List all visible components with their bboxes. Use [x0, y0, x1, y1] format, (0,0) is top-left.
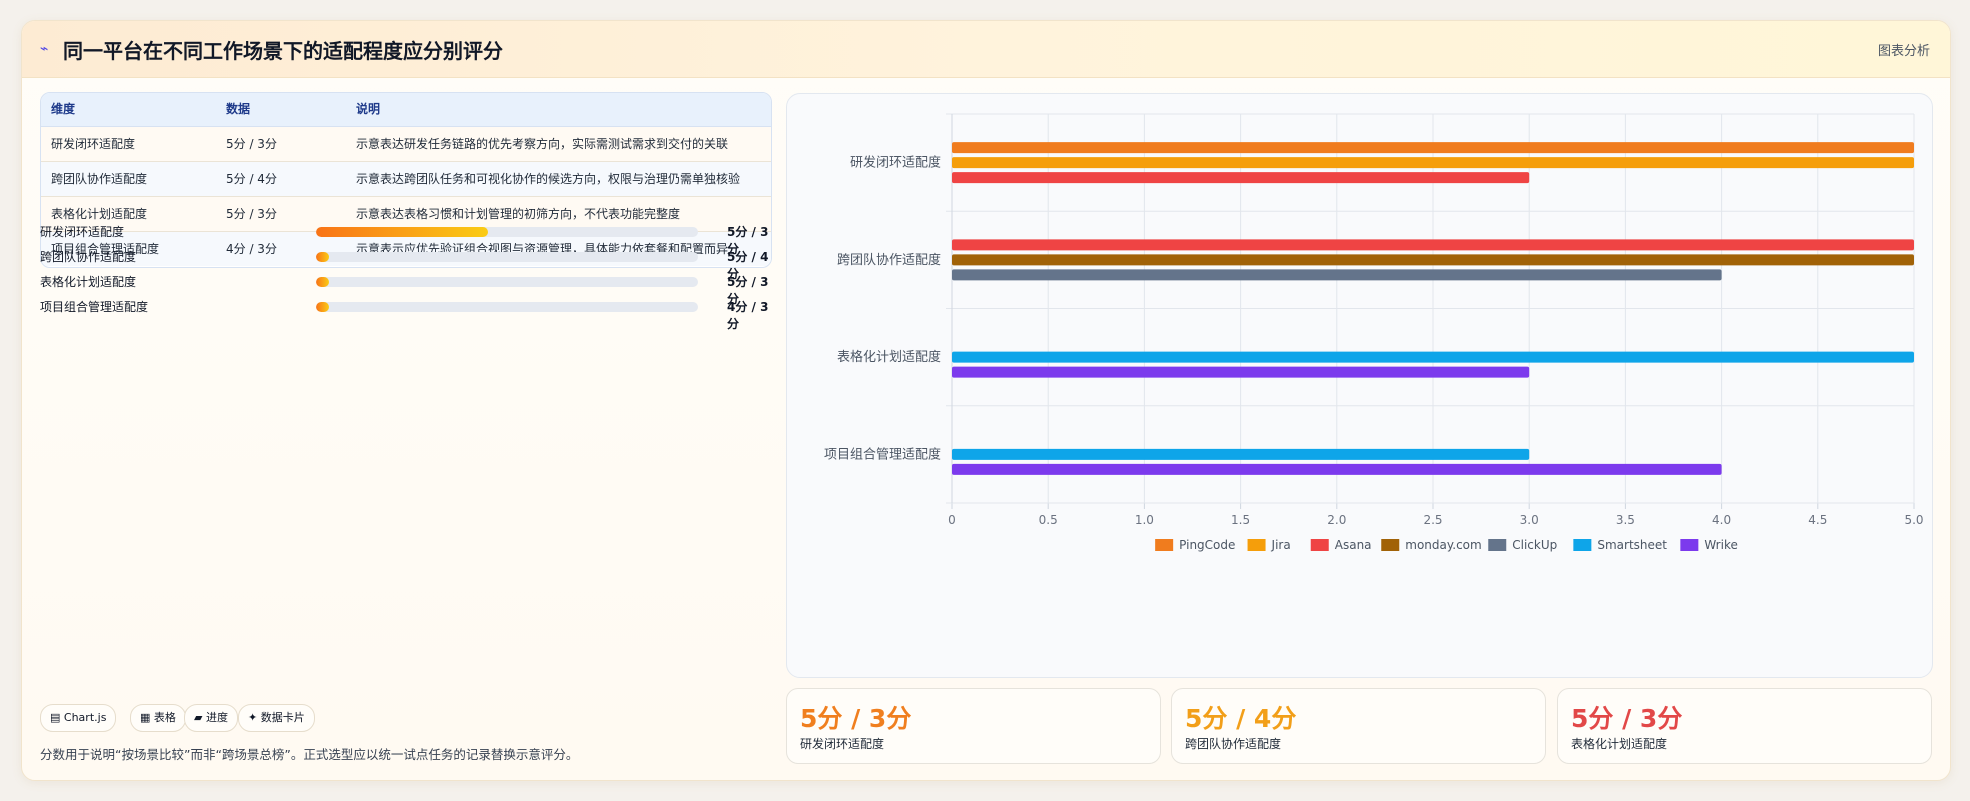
legend-label: Smartsheet — [1597, 538, 1667, 552]
kpi-label: 表格化计划适配度 — [1571, 737, 1668, 751]
chip-data-card[interactable]: ✦ 数据卡片 — [238, 704, 315, 732]
progress-row: 项目组合管理适配度 4分 / 3分 — [40, 296, 770, 331]
row-note: 示意表达研发任务链路的优先考察方向，实际需测试需求到交付的关联 — [356, 137, 729, 151]
x-tick-label: 5.0 — [1904, 513, 1923, 527]
bar — [952, 172, 1530, 184]
x-tick-label: 4.0 — [1712, 513, 1731, 527]
progress-track — [316, 277, 698, 287]
kpi-value: 5分 / 3分 — [1571, 704, 1683, 733]
x-tick-label: 4.5 — [1808, 513, 1827, 527]
bar — [952, 157, 1914, 169]
progress-label: 表格化计划适配度 — [40, 275, 137, 289]
progress-value: 4分 / 3分 — [727, 300, 769, 331]
table-header: 维度 数据 说明 — [41, 93, 771, 127]
legend-swatch — [1247, 539, 1266, 551]
progress-fill — [316, 302, 330, 312]
chart-icon: ▤ — [50, 711, 61, 724]
progress-row: 跨团队协作适配度 5分 / 4分 — [40, 246, 770, 281]
legend-label: Wrike — [1704, 538, 1738, 552]
bar — [952, 239, 1914, 251]
progress-fill — [316, 252, 330, 262]
legend-swatch — [1573, 539, 1592, 551]
row-data: 5分 / 3分 — [226, 137, 277, 151]
x-tick-label: 0.5 — [1039, 513, 1058, 527]
progress-row: 表格化计划适配度 5分 / 3分 — [40, 271, 770, 306]
legend-label: ClickUp — [1512, 538, 1557, 552]
chip-label: 表格 — [153, 711, 176, 724]
chart-analysis-link[interactable]: 图表分析 — [1878, 40, 1930, 59]
kpi-card: 5分 / 3分 研发闭环适配度 — [786, 688, 1161, 764]
legend-swatch — [1155, 539, 1174, 551]
table-row: 研发闭环适配度 5分 / 3分 示意表达研发任务链路的优先考察方向，实际需测试需… — [41, 127, 771, 162]
chip-table[interactable]: ▦ 表格 — [130, 704, 186, 732]
y-category-label: 研发闭环适配度 — [850, 155, 941, 171]
x-tick-label: 2.0 — [1327, 513, 1346, 527]
bar — [952, 351, 1914, 363]
chip-label: 进度 — [205, 711, 228, 724]
column-header: 数据 — [226, 102, 251, 116]
column-header: 维度 — [51, 102, 76, 116]
kpi-card: 5分 / 3分 表格化计划适配度 — [1557, 688, 1932, 764]
legend-label: Jira — [1271, 538, 1291, 552]
kpi-card: 5分 / 4分 跨团队协作适配度 — [1171, 688, 1546, 764]
progress-icon: ▰ — [194, 711, 203, 724]
legend-swatch — [1381, 539, 1400, 551]
progress-fill — [316, 277, 330, 287]
table-icon: ▦ — [140, 711, 151, 724]
y-category-label: 项目组合管理适配度 — [824, 446, 941, 462]
bar — [952, 269, 1722, 281]
chart-panel: 0 0.5 1.0 1.5 2.0 2.5 3.0 3.5 4.0 4.5 5.0 研发闭环适配度跨团… — [786, 93, 1933, 678]
legend-swatch — [1488, 539, 1507, 551]
x-tick-label: 1.0 — [1135, 513, 1154, 527]
kpi-value: 5分 / 4分 — [1185, 704, 1297, 733]
kpi-label: 跨团队协作适配度 — [1185, 737, 1282, 751]
x-tick-label: 0 — [948, 513, 956, 527]
bar — [952, 463, 1722, 475]
progress-track — [316, 252, 698, 262]
x-tick-label: 3.5 — [1616, 513, 1635, 527]
row-dimension: 跨团队协作适配度 — [51, 172, 148, 186]
sparkle-icon: ✦ — [248, 711, 258, 724]
data-table: 维度 数据 说明 研发闭环适配度 5分 / 3分 示意表达研发任务链路的优先考察… — [40, 92, 772, 268]
progress-row: 研发闭环适配度 5分 / 3分 — [40, 221, 770, 256]
row-data: 5分 / 4分 — [226, 172, 277, 186]
progress-label: 研发闭环适配度 — [40, 225, 125, 239]
legend-label: Asana — [1335, 538, 1372, 552]
bar — [952, 448, 1530, 460]
y-category-label: 表格化计划适配度 — [837, 349, 941, 365]
kpi-value: 5分 / 3分 — [800, 704, 912, 733]
card-header: ⌁ 同一平台在不同工作场景下的适配程度应分别评分 图表分析 — [22, 21, 1950, 78]
progress-label: 跨团队协作适配度 — [40, 250, 137, 264]
progress-label: 项目组合管理适配度 — [40, 300, 149, 314]
bar — [952, 366, 1530, 378]
chip-progress[interactable]: ▰ 进度 — [184, 704, 238, 732]
row-dimension: 研发闭环适配度 — [51, 137, 136, 151]
line-chart-icon: ⌁ — [40, 41, 49, 57]
row-note: 示意表达跨团队任务和可视化协作的候选方向，权限与治理仍需单独核验 — [356, 172, 741, 186]
x-tick-label: 3.0 — [1520, 513, 1539, 527]
legend-swatch — [1310, 539, 1329, 551]
x-tick-label: 2.5 — [1423, 513, 1442, 527]
y-category-label: 跨团队协作适配度 — [837, 252, 941, 268]
column-header: 说明 — [356, 102, 381, 116]
chip-label: 数据卡片 — [260, 711, 305, 724]
progress-track — [316, 302, 698, 312]
footnote: 分数用于说明“按场景比较”而非“跨场景总榜”。正式选型应以统一试点任务的记录替换… — [40, 747, 579, 762]
progress-fill — [316, 227, 488, 237]
x-tick-label: 1.5 — [1231, 513, 1250, 527]
progress-track — [316, 227, 698, 237]
chip-label: Chart.js — [63, 711, 107, 724]
kpi-label: 研发闭环适配度 — [800, 737, 885, 751]
page-title: 同一平台在不同工作场景下的适配程度应分别评分 — [63, 39, 503, 63]
table-row: 跨团队协作适配度 5分 / 4分 示意表达跨团队任务和可视化协作的候选方向，权限… — [41, 162, 771, 197]
report-card: ⌁ 同一平台在不同工作场景下的适配程度应分别评分 图表分析 维度 数据 说明 研… — [21, 20, 1951, 781]
legend-label: monday.com — [1405, 538, 1481, 552]
chip-chartjs[interactable]: ▤ Chart.js — [40, 704, 117, 732]
bar — [952, 142, 1914, 154]
bar-chart: 0 0.5 1.0 1.5 2.0 2.5 3.0 3.5 4.0 4.5 5.0 研发闭环适配度跨团… — [824, 113, 1924, 552]
legend-label: PingCode — [1179, 538, 1235, 552]
legend-swatch — [1680, 539, 1699, 551]
bar — [952, 254, 1914, 266]
